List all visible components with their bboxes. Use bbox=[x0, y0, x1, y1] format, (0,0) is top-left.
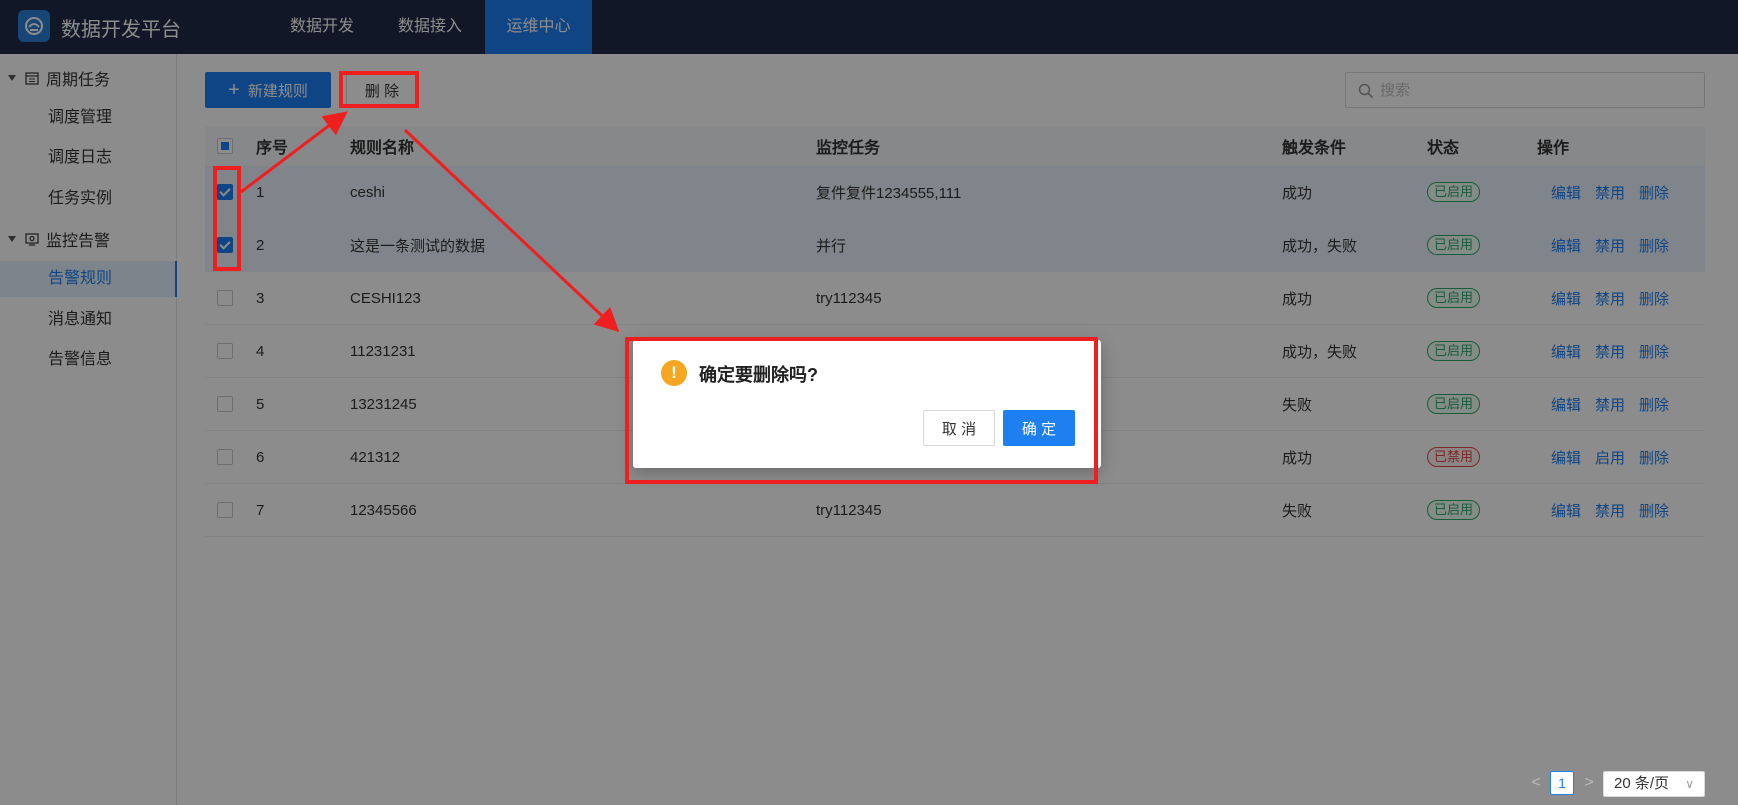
annotation-arrows bbox=[240, 111, 620, 333]
annotation-arrow-to-delete bbox=[240, 111, 348, 194]
annotation-arrow-to-dialog bbox=[403, 128, 620, 333]
